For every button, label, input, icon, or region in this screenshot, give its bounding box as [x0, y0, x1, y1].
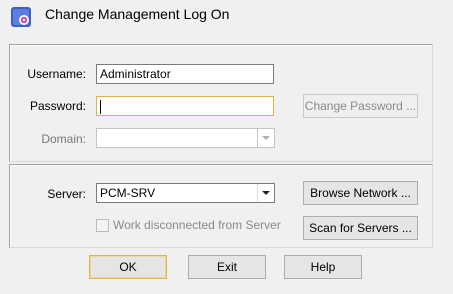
username-input[interactable]: Administrator	[96, 64, 274, 84]
work-disconnected-checkbox[interactable]	[96, 219, 109, 232]
chevron-down-icon	[262, 135, 270, 140]
server-dropdown-button[interactable]	[257, 184, 274, 202]
scan-servers-button[interactable]: Scan for Servers ...	[303, 216, 418, 240]
server-label: Server:	[47, 187, 86, 201]
work-disconnected-label: Work disconnected from Server	[113, 218, 281, 232]
exit-button[interactable]: Exit	[188, 255, 266, 279]
username-value: Administrator	[100, 67, 171, 81]
password-label: Password:	[29, 99, 86, 113]
username-label: Username:	[27, 67, 86, 81]
browse-network-button[interactable]: Browse Network ...	[303, 181, 418, 205]
server-value: PCM-SRV	[100, 186, 156, 200]
text-caret	[100, 99, 101, 114]
domain-select[interactable]	[96, 128, 275, 148]
help-button[interactable]: Help	[284, 255, 362, 279]
window-title: Change Management Log On	[45, 6, 230, 22]
domain-dropdown-button[interactable]	[257, 129, 274, 147]
app-icon	[10, 6, 32, 28]
password-input[interactable]	[96, 96, 274, 116]
ok-button[interactable]: OK	[89, 255, 167, 279]
server-select[interactable]: PCM-SRV	[96, 183, 275, 203]
change-password-button[interactable]: Change Password ...	[303, 94, 418, 118]
domain-label: Domain:	[41, 132, 86, 146]
chevron-down-icon	[262, 190, 270, 195]
